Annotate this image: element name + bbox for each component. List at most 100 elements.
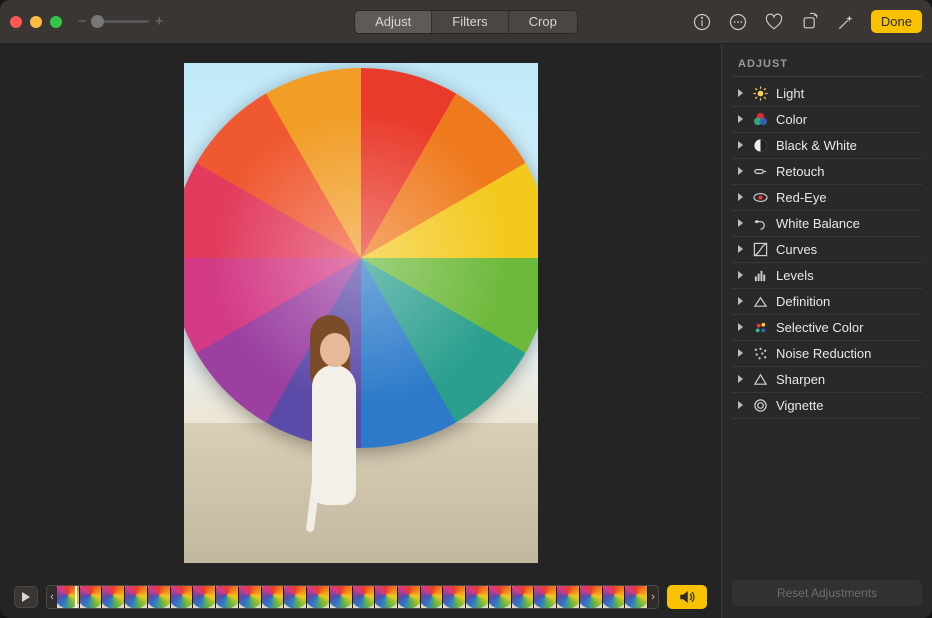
fullscreen-window-button[interactable] bbox=[50, 16, 62, 28]
adjust-item-label: Red-Eye bbox=[776, 190, 827, 205]
preview-canvas[interactable] bbox=[0, 44, 721, 582]
close-window-button[interactable] bbox=[10, 16, 22, 28]
adjust-list: Light Color Black & White Retouch Red-Eye Whi… bbox=[732, 81, 922, 419]
zoom-knob[interactable] bbox=[91, 15, 104, 28]
timeline-thumb[interactable] bbox=[375, 586, 398, 608]
timeline-thumb[interactable] bbox=[193, 586, 216, 608]
definition-icon bbox=[752, 294, 768, 310]
adjust-panel: ADJUST Light Color Black & White Retouch Red… bbox=[722, 44, 932, 618]
trim-handle-right[interactable]: › bbox=[648, 586, 658, 608]
timeline-thumb[interactable] bbox=[148, 586, 171, 608]
adjust-item-color[interactable]: Color bbox=[732, 107, 922, 133]
adjust-item-label: Curves bbox=[776, 242, 817, 257]
adjust-item-light[interactable]: Light bbox=[732, 81, 922, 107]
disclosure-caret-icon bbox=[736, 86, 744, 101]
adjust-item-label: Color bbox=[776, 112, 807, 127]
tab-crop[interactable]: Crop bbox=[509, 11, 577, 33]
zoom-track[interactable] bbox=[93, 20, 149, 23]
timeline-thumb[interactable] bbox=[262, 586, 285, 608]
timeline-thumb[interactable] bbox=[216, 586, 239, 608]
adjust-item-white-balance[interactable]: White Balance bbox=[732, 211, 922, 237]
white-balance-icon bbox=[752, 216, 768, 232]
timeline-thumb[interactable] bbox=[307, 586, 330, 608]
curves-icon bbox=[752, 242, 768, 258]
timeline-thumb[interactable] bbox=[284, 586, 307, 608]
zoom-in-icon: + bbox=[155, 13, 164, 30]
play-button[interactable] bbox=[14, 586, 38, 608]
timeline-thumb[interactable] bbox=[398, 586, 421, 608]
timeline-thumb[interactable] bbox=[580, 586, 603, 608]
timeline-thumb[interactable] bbox=[557, 586, 580, 608]
tab-adjust[interactable]: Adjust bbox=[355, 11, 432, 33]
vignette-icon bbox=[752, 398, 768, 414]
video-timeline[interactable]: ‹ › bbox=[46, 585, 659, 609]
adjust-item-label: Sharpen bbox=[776, 372, 825, 387]
black-white-icon bbox=[752, 138, 768, 154]
timeline-row: ‹ › bbox=[0, 582, 721, 618]
timeline-thumb[interactable] bbox=[466, 586, 489, 608]
info-icon[interactable] bbox=[691, 11, 713, 33]
disclosure-caret-icon bbox=[736, 320, 744, 335]
red-eye-icon bbox=[752, 190, 768, 206]
timeline-thumb[interactable] bbox=[102, 586, 125, 608]
adjust-item-retouch[interactable]: Retouch bbox=[732, 159, 922, 185]
adjust-item-vignette[interactable]: Vignette bbox=[732, 393, 922, 419]
disclosure-caret-icon bbox=[736, 268, 744, 283]
volume-button[interactable] bbox=[667, 585, 707, 609]
timeline-thumb[interactable] bbox=[625, 586, 648, 608]
minimize-window-button[interactable] bbox=[30, 16, 42, 28]
adjust-item-label: Selective Color bbox=[776, 320, 863, 335]
playhead[interactable] bbox=[75, 585, 77, 609]
reset-adjustments-button[interactable]: Reset Adjustments bbox=[732, 580, 922, 606]
timeline-thumb[interactable] bbox=[80, 586, 103, 608]
retouch-icon bbox=[752, 164, 768, 180]
disclosure-caret-icon bbox=[736, 138, 744, 153]
timeline-thumb[interactable] bbox=[421, 586, 444, 608]
timeline-thumb[interactable] bbox=[603, 586, 626, 608]
adjust-item-label: Definition bbox=[776, 294, 830, 309]
adjust-item-label: Noise Reduction bbox=[776, 346, 871, 361]
timeline-thumb[interactable] bbox=[512, 586, 535, 608]
preview-image bbox=[184, 63, 538, 563]
timeline-thumb[interactable] bbox=[239, 586, 262, 608]
auto-enhance-icon[interactable] bbox=[835, 11, 857, 33]
adjust-item-definition[interactable]: Definition bbox=[732, 289, 922, 315]
more-icon[interactable] bbox=[727, 11, 749, 33]
disclosure-caret-icon bbox=[736, 294, 744, 309]
sharpen-icon bbox=[752, 372, 768, 388]
adjust-item-levels[interactable]: Levels bbox=[732, 263, 922, 289]
tab-filters[interactable]: Filters bbox=[432, 11, 508, 33]
rotate-icon[interactable] bbox=[799, 11, 821, 33]
editor-body: ‹ › ADJUST Light Color Black & White Retouc… bbox=[0, 44, 932, 618]
adjust-item-label: Light bbox=[776, 86, 804, 101]
zoom-slider[interactable]: − + bbox=[78, 13, 164, 30]
timeline-thumb[interactable] bbox=[330, 586, 353, 608]
disclosure-caret-icon bbox=[736, 164, 744, 179]
trim-handle-left[interactable]: ‹ bbox=[47, 586, 57, 608]
adjust-item-noise-reduction[interactable]: Noise Reduction bbox=[732, 341, 922, 367]
adjust-panel-heading: ADJUST bbox=[738, 58, 918, 70]
timeline-thumb[interactable] bbox=[534, 586, 557, 608]
adjust-item-sharpen[interactable]: Sharpen bbox=[732, 367, 922, 393]
adjust-item-selective-color[interactable]: Selective Color bbox=[732, 315, 922, 341]
adjust-item-label: Black & White bbox=[776, 138, 857, 153]
done-button[interactable]: Done bbox=[871, 10, 922, 33]
adjust-item-label: Levels bbox=[776, 268, 814, 283]
timeline-thumb[interactable] bbox=[443, 586, 466, 608]
timeline-thumb[interactable] bbox=[125, 586, 148, 608]
favorite-icon[interactable] bbox=[763, 11, 785, 33]
timeline-thumb[interactable] bbox=[489, 586, 512, 608]
timeline-thumb[interactable] bbox=[353, 586, 376, 608]
disclosure-caret-icon bbox=[736, 190, 744, 205]
adjust-item-red-eye[interactable]: Red-Eye bbox=[732, 185, 922, 211]
disclosure-caret-icon bbox=[736, 398, 744, 413]
adjust-item-black-white[interactable]: Black & White bbox=[732, 133, 922, 159]
timeline-thumb[interactable] bbox=[171, 586, 194, 608]
disclosure-caret-icon bbox=[736, 216, 744, 231]
levels-icon bbox=[752, 268, 768, 284]
adjust-item-label: Retouch bbox=[776, 164, 824, 179]
adjust-item-curves[interactable]: Curves bbox=[732, 237, 922, 263]
disclosure-caret-icon bbox=[736, 112, 744, 127]
adjust-item-label: White Balance bbox=[776, 216, 860, 231]
light-icon bbox=[752, 86, 768, 102]
